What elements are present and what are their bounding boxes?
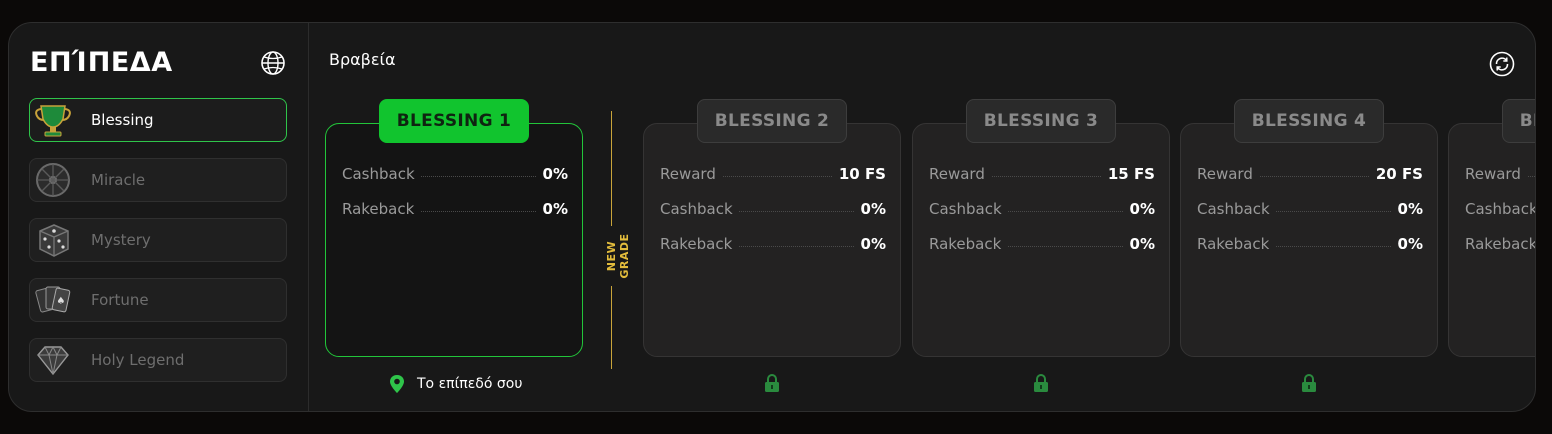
- dice-icon: [39, 224, 69, 257]
- row-label: Rakeback: [1197, 235, 1276, 253]
- row-value: 0%: [854, 200, 886, 218]
- levels-panel: ΕΠΊΠΕΔΑ Blessing Miracle Mystery ♠ Fortu…: [8, 22, 1536, 412]
- sidebar-item-label: Fortune: [91, 291, 149, 309]
- level-card-2: Reward 10 FS Cashback 0% Rakeback 0%: [643, 123, 901, 357]
- location-pin-icon: [390, 375, 404, 393]
- globe-icon[interactable]: [260, 50, 286, 76]
- row-label: Cashback: [660, 200, 739, 218]
- row-label: Reward: [660, 165, 722, 183]
- level-badge-5[interactable]: BLESSING 5: [1502, 99, 1535, 143]
- level-badge-3[interactable]: BLESSING 3: [966, 99, 1116, 143]
- level-badge-4[interactable]: BLESSING 4: [1234, 99, 1384, 143]
- level-row: Reward 10 FS: [660, 165, 886, 185]
- row-label: Rakeback: [660, 235, 739, 253]
- row-label: Rakeback: [929, 235, 1008, 253]
- wheel-icon: [36, 163, 70, 197]
- level-card-1: Cashback 0% Rakeback 0%: [325, 123, 583, 357]
- row-label: Cashback: [1465, 200, 1535, 218]
- row-value: 15 FS: [1101, 165, 1155, 183]
- row-label: Rakeback: [1465, 235, 1535, 253]
- row-value: 0%: [1123, 200, 1155, 218]
- row-value: 0%: [1123, 235, 1155, 253]
- row-value: 20 FS: [1369, 165, 1423, 183]
- level-row: Cashback 0%: [929, 200, 1155, 220]
- row-value: 0%: [536, 165, 568, 183]
- level-card-5: Reward Cashback Rakeback: [1448, 123, 1535, 357]
- lock-icon: [765, 374, 779, 392]
- row-label: Rakeback: [342, 200, 421, 218]
- sidebar-item-fortune[interactable]: ♠ Fortune: [29, 278, 287, 322]
- row-value: 0%: [1391, 235, 1423, 253]
- row-value: 0%: [1391, 200, 1423, 218]
- sidebar-item-label: Holy Legend: [91, 351, 185, 369]
- sidebar-item-label: Blessing: [91, 111, 154, 129]
- level-row: Rakeback 0%: [929, 235, 1155, 255]
- level-row: Cashback: [1465, 200, 1535, 220]
- level-badge-1[interactable]: BLESSING 1: [379, 99, 529, 143]
- level-row: Cashback 0%: [660, 200, 886, 220]
- sidebar-item-miracle[interactable]: Miracle: [29, 158, 287, 202]
- lock-icon: [1034, 374, 1048, 392]
- row-label: Cashback: [1197, 200, 1276, 218]
- level-row: Reward: [1465, 165, 1535, 185]
- row-label: Reward: [929, 165, 991, 183]
- cards-icon: ♠: [35, 286, 71, 313]
- sidebar-item-blessing[interactable]: Blessing: [29, 98, 287, 142]
- level-row: Reward 20 FS: [1197, 165, 1423, 185]
- row-label: Cashback: [342, 165, 421, 183]
- svg-text:♠: ♠: [57, 296, 66, 307]
- trophy-icon: [35, 105, 71, 137]
- levels-track: Cashback 0% Rakeback 0% BLESSING 1 Το επ…: [309, 23, 1535, 411]
- lock-icon: [1302, 374, 1316, 392]
- sidebar-item-mystery[interactable]: Mystery: [29, 218, 287, 262]
- sidebar-item-holy-legend[interactable]: Holy Legend: [29, 338, 287, 382]
- new-grade-label: NEW GRADE: [605, 226, 631, 286]
- sidebar-item-label: Mystery: [91, 231, 151, 249]
- levels-sidebar: ΕΠΊΠΕΔΑ Blessing Miracle Mystery ♠ Fortu…: [9, 23, 309, 411]
- sidebar-item-label: Miracle: [91, 171, 146, 189]
- row-label: Reward: [1197, 165, 1259, 183]
- level-row: Rakeback: [1465, 235, 1535, 255]
- level-row: Cashback 0%: [1197, 200, 1423, 220]
- level-card-3: Reward 15 FS Cashback 0% Rakeback 0%: [912, 123, 1170, 357]
- level-row: Rakeback 0%: [1197, 235, 1423, 255]
- level-card-4: Reward 20 FS Cashback 0% Rakeback 0%: [1180, 123, 1438, 357]
- diamond-icon: [37, 345, 69, 376]
- row-value: 0%: [536, 200, 568, 218]
- level-row: Rakeback 0%: [660, 235, 886, 255]
- level-badge-2[interactable]: BLESSING 2: [697, 99, 847, 143]
- row-value: 10 FS: [832, 165, 886, 183]
- row-value: 0%: [854, 235, 886, 253]
- page-title: ΕΠΊΠΕΔΑ: [30, 47, 173, 78]
- level-row: Reward 15 FS: [929, 165, 1155, 185]
- your-level-label: Το επίπεδό σου: [417, 376, 523, 392]
- level-row: Cashback 0%: [342, 165, 568, 185]
- row-label: Cashback: [929, 200, 1008, 218]
- row-label: Reward: [1465, 165, 1527, 183]
- level-row: Rakeback 0%: [342, 200, 568, 220]
